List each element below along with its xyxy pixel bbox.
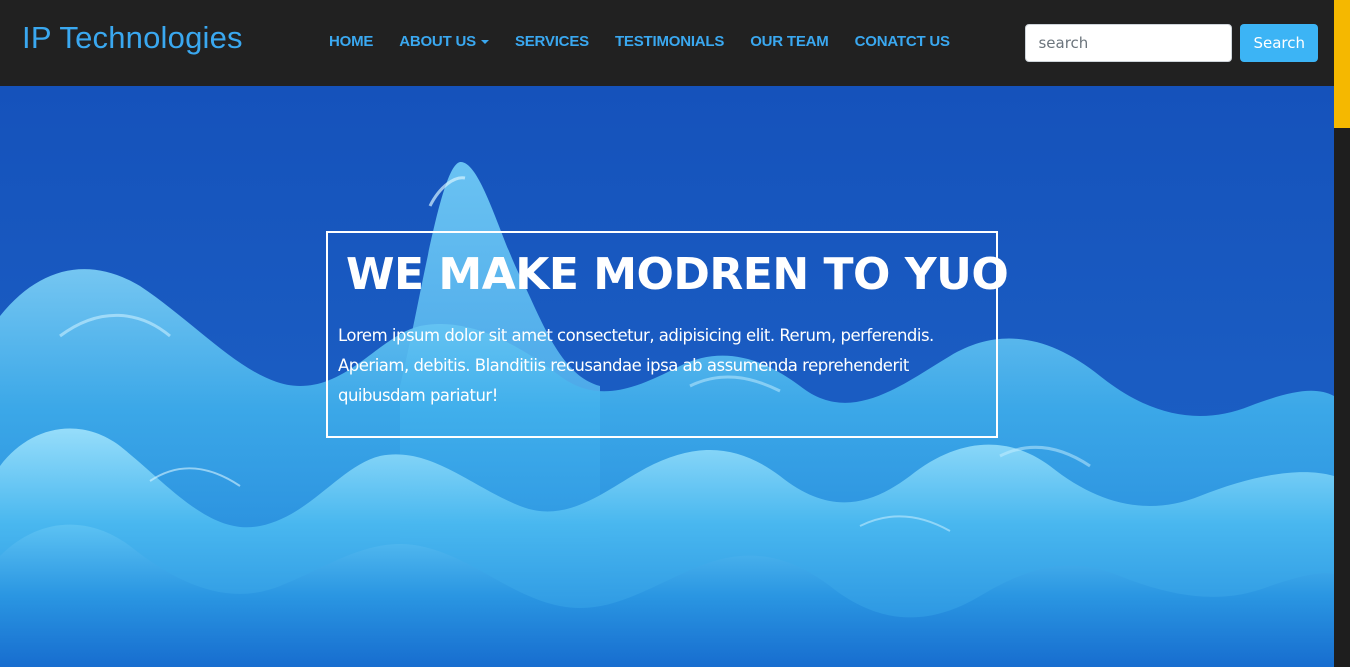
nav-link-label: HOME bbox=[329, 33, 374, 50]
hero-description: Lorem ipsum dolor sit amet consectetur, … bbox=[338, 326, 934, 406]
nav-link-label: CONATCT US bbox=[854, 33, 950, 50]
nav-link-testimonials[interactable]: TESTIMONIALS bbox=[602, 33, 737, 50]
nav-link-label: TESTIMONIALS bbox=[614, 33, 725, 50]
nav-link-about-us[interactable]: ABOUT US bbox=[386, 33, 502, 50]
brand-logo[interactable]: IP Technologies bbox=[22, 22, 243, 53]
hero-title: WE MAKE MODREN TO YUO bbox=[346, 249, 1009, 300]
nav-link-label: OUR TEAM bbox=[750, 33, 829, 50]
nav-link-home[interactable]: HOME bbox=[316, 33, 386, 50]
nav-link-our-team[interactable]: OUR TEAM bbox=[737, 33, 841, 50]
caret-down-icon bbox=[480, 39, 489, 44]
navbar: IP Technologies HOME ABOUT US SERVICES T… bbox=[0, 0, 1334, 86]
nav-link-label: ABOUT US bbox=[399, 33, 476, 50]
scrollbar-thumb[interactable] bbox=[1334, 0, 1350, 128]
page: IP Technologies HOME ABOUT US SERVICES T… bbox=[0, 0, 1350, 667]
search-form: Search bbox=[1025, 24, 1318, 62]
hero-text-box: WE MAKE MODREN TO YUO Lorem ipsum dolor … bbox=[326, 231, 1009, 438]
hero-section: WE MAKE MODREN TO YUO Lorem ipsum dolor … bbox=[0, 86, 1334, 667]
nav-link-label: SERVICES bbox=[514, 33, 589, 50]
search-input[interactable] bbox=[1025, 24, 1233, 62]
nav-menu: HOME ABOUT US SERVICES TESTIMONIALS OUR … bbox=[316, 33, 963, 50]
nav-link-services[interactable]: SERVICES bbox=[502, 33, 602, 50]
nav-link-contact-us[interactable]: CONATCT US bbox=[842, 33, 963, 50]
search-button[interactable]: Search bbox=[1240, 24, 1318, 62]
vertical-scrollbar[interactable] bbox=[1334, 0, 1350, 667]
